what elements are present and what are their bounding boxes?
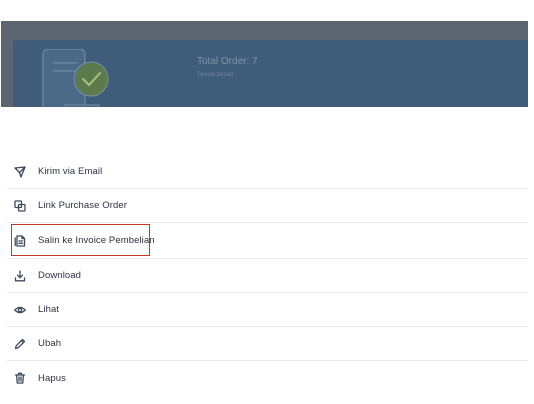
document-copy-icon — [14, 234, 26, 247]
menu-item-label: Salin ke Invoice Pembelian — [38, 235, 155, 246]
receipt-check-illustration — [42, 49, 109, 107]
menu-item-download[interactable]: Download — [7, 259, 528, 293]
pencil-icon — [14, 338, 26, 350]
download-icon — [14, 269, 26, 282]
menu-item-label: Download — [38, 270, 82, 281]
trash-icon — [14, 372, 26, 384]
eye-icon — [14, 304, 26, 316]
copy-link-icon — [14, 199, 26, 212]
action-menu: Kirim via Email Link Purchase Order Sali… — [0, 155, 534, 395]
menu-item-send-email[interactable]: Kirim via Email — [7, 155, 528, 189]
menu-item-label: Link Purchase Order — [38, 200, 128, 211]
menu-item-edit[interactable]: Ubah — [7, 327, 528, 361]
order-subtitle: Sesuai pesan — [197, 72, 234, 78]
menu-item-label: Kirim via Email — [38, 166, 103, 177]
screen: Total Order: 7 Sesuai pesan Kirim via Em… — [0, 0, 534, 404]
menu-item-delete[interactable]: Hapus — [7, 361, 528, 395]
menu-item-label: Hapus — [38, 372, 66, 384]
dimmed-background[interactable]: Total Order: 7 Sesuai pesan — [1, 21, 528, 107]
menu-item-link-purchase-order[interactable]: Link Purchase Order — [7, 189, 528, 223]
send-icon — [14, 165, 26, 178]
top-strip — [0, 0, 534, 21]
action-bottom-sheet: Kirim via Email Link Purchase Order Sali… — [0, 107, 534, 404]
menu-item-label: Lihat — [38, 304, 60, 315]
menu-item-view[interactable]: Lihat — [7, 293, 528, 327]
menu-item-copy-to-purchase-invoice[interactable]: Salin ke Invoice Pembelian — [7, 223, 528, 259]
total-order-text: Total Order: 7 — [197, 56, 258, 67]
menu-item-label: Ubah — [38, 338, 62, 349]
